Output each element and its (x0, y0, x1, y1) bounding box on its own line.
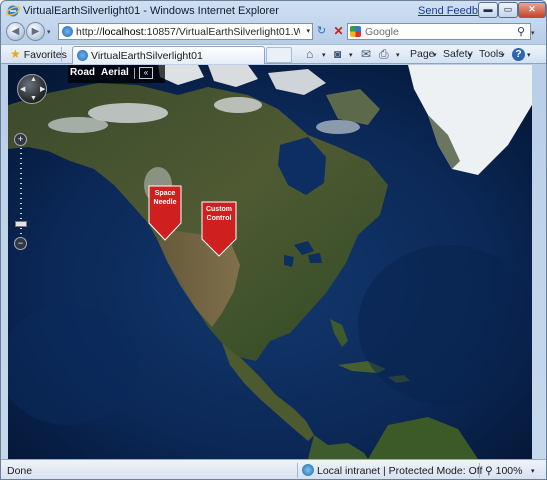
pan-up-icon[interactable]: ▲ (30, 76, 37, 83)
refresh-button[interactable]: ↻ (314, 24, 329, 39)
search-box[interactable]: Google (347, 23, 531, 40)
pushpin-space-needle[interactable]: Space Needle (148, 185, 182, 241)
close-window-button[interactable]: ✕ (518, 2, 546, 18)
url-prefix: http:// (76, 26, 103, 38)
pushpin-label: Space Needle (148, 189, 182, 207)
intranet-zone-icon (302, 464, 314, 476)
pan-left-icon[interactable]: ◀ (20, 85, 25, 93)
search-input[interactable]: Google (365, 26, 399, 38)
command-bar: ★ Favorites VirtualEarthSilverlight01 ⌂ … (1, 44, 546, 64)
pushpin-label-line1: Custom (205, 206, 233, 213)
address-dropdown-icon[interactable]: ▾ (306, 27, 310, 35)
tools-menu[interactable]: Tools (479, 48, 504, 60)
road-view-button[interactable]: Road (70, 67, 95, 78)
help-icon[interactable]: ? (512, 48, 525, 61)
maximize-button[interactable]: ▭ (498, 2, 518, 18)
stop-button[interactable]: ✕ (331, 24, 346, 39)
status-bar: Done Local intranet | Protected Mode: Of… (1, 459, 546, 479)
pushpin-label-line2: Needle (153, 199, 177, 206)
page-icon (77, 50, 88, 61)
tab-virtualearthsilverlight01[interactable]: VirtualEarthSilverlight01 (72, 46, 265, 64)
pushpin-label-line1: Space (154, 190, 176, 197)
pan-compass-control[interactable]: ▲ ▼ ◀ ▶ (17, 74, 47, 104)
feeds-dropdown[interactable]: ▾ (349, 51, 353, 59)
aerial-map-imagery (8, 65, 532, 459)
new-tab-button[interactable] (266, 47, 292, 63)
address-toolbar: ◀ ▶ ▾ http://localhost:10857/VirtualEart… (1, 21, 546, 43)
zoom-out-button[interactable]: − (14, 237, 27, 250)
address-bar[interactable]: http://localhost:10857/VirtualEarthSilve… (58, 23, 313, 40)
favorites-button[interactable]: ★ Favorites (10, 47, 67, 63)
print-dropdown[interactable]: ▾ (396, 51, 400, 59)
status-divider (479, 463, 480, 478)
home-dropdown[interactable]: ▾ (322, 51, 326, 59)
browser-window: VirtualEarthSilverlight01 - Windows Inte… (0, 0, 547, 480)
status-divider (297, 463, 298, 478)
collapse-icon[interactable]: « (139, 67, 153, 79)
pan-right-icon[interactable]: ▶ (40, 85, 45, 93)
tab-label: VirtualEarthSilverlight01 (91, 50, 203, 62)
zoom-slider[interactable]: + − (14, 133, 28, 250)
map-style-bar: Road Aerial « (68, 65, 165, 83)
page-menu-dropdown[interactable]: ▾ (433, 51, 437, 59)
zoom-level-value: 100% (495, 465, 523, 477)
page-menu[interactable]: Page (410, 48, 435, 60)
zoom-in-button[interactable]: + (14, 133, 27, 146)
search-options-dropdown[interactable]: ▾ (531, 29, 535, 37)
ie-logo-icon (6, 5, 20, 17)
address-url[interactable]: http://localhost:10857/VirtualEarthSilve… (76, 26, 300, 38)
pushpin-label: Custom Control (201, 205, 237, 223)
title-bar: VirtualEarthSilverlight01 - Windows Inte… (1, 1, 546, 21)
back-button[interactable]: ◀ (6, 22, 25, 41)
forward-button[interactable]: ▶ (26, 22, 45, 41)
window-title: VirtualEarthSilverlight01 - Windows Inte… (23, 5, 279, 17)
zoom-dropdown[interactable]: ▾ (531, 467, 535, 475)
security-zone-text: Local intranet | Protected Mode: Off (317, 465, 483, 477)
zoom-thumb[interactable] (15, 221, 27, 227)
search-icon[interactable]: ⚲ (517, 25, 525, 38)
url-host: localhost (102, 26, 144, 38)
toolbar-divider (61, 47, 62, 62)
print-icon[interactable]: ⎙ (379, 47, 389, 62)
pushpin-label-line2: Control (206, 215, 232, 222)
safety-menu-dropdown[interactable]: ▾ (468, 51, 472, 59)
google-icon (350, 26, 361, 37)
zoom-level-button[interactable]: ⚲ 100% (485, 465, 522, 477)
recent-pages-dropdown[interactable]: ▾ (47, 28, 51, 36)
home-icon[interactable]: ⌂ (306, 47, 313, 61)
map-viewport[interactable]: Road Aerial « ▲ ▼ ◀ ▶ + − Space Needle C… (8, 65, 532, 459)
pushpin-custom-control[interactable]: Custom Control (201, 201, 237, 257)
minimize-button[interactable]: ▬ (478, 2, 498, 18)
page-icon (62, 26, 73, 37)
tools-menu-dropdown[interactable]: ▾ (501, 51, 505, 59)
status-text: Done (7, 465, 33, 477)
url-path: :10857/VirtualEarthSilverlight01.Web/Vir… (143, 26, 300, 38)
map-style-divider (134, 68, 135, 79)
help-dropdown[interactable]: ▾ (527, 51, 531, 59)
aerial-view-button[interactable]: Aerial (101, 67, 129, 78)
mail-icon[interactable]: ✉ (361, 47, 371, 61)
pan-down-icon[interactable]: ▼ (30, 95, 37, 102)
star-icon: ★ (10, 47, 21, 61)
feeds-icon[interactable]: ◙ (334, 47, 341, 61)
